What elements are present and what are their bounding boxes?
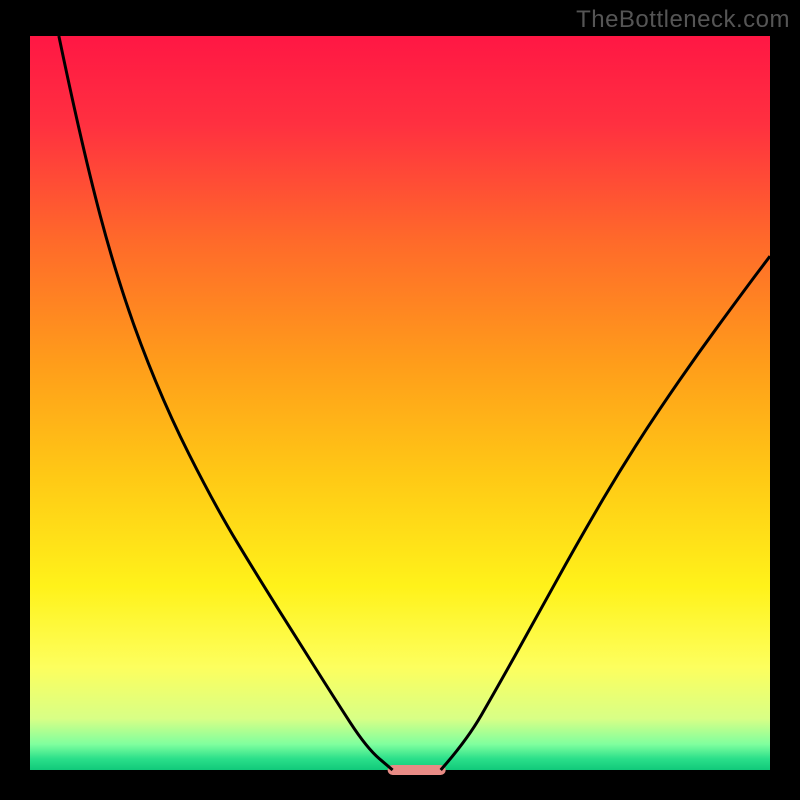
watermark-text: TheBottleneck.com (576, 6, 790, 34)
plot-background (30, 36, 770, 770)
chart-container: { "watermark": "TheBottleneck.com", "cha… (0, 0, 800, 800)
bottleneck-chart (0, 0, 800, 800)
